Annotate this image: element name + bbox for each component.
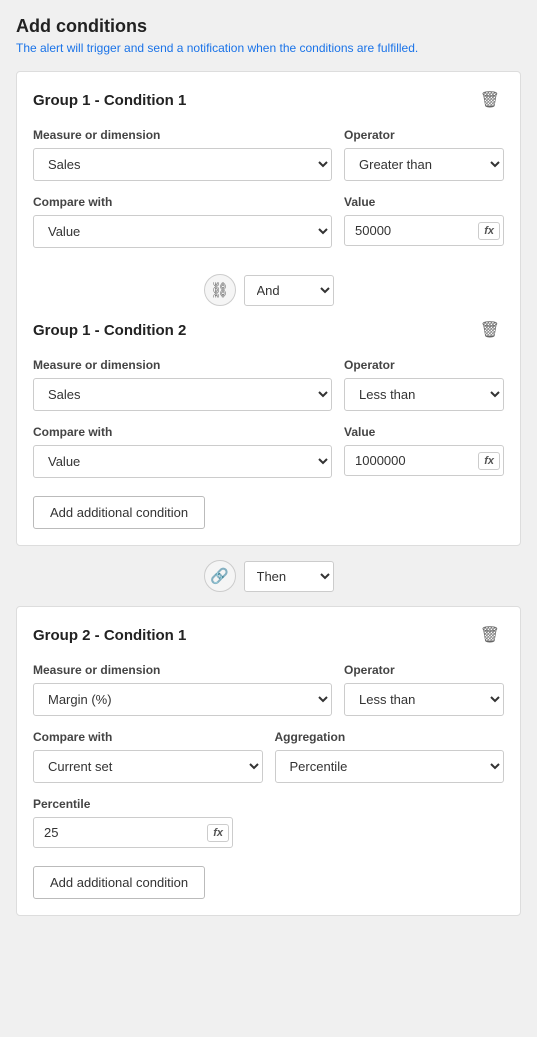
group2-condition1-percentile-input[interactable] bbox=[33, 817, 233, 848]
group1-card: Group 1 - Condition 1 🗑 Measure or dimen… bbox=[16, 71, 521, 546]
group2-condition1-measure-select[interactable]: Sales Margin (%) Revenue bbox=[33, 683, 332, 716]
between-groups-connector-row: 🔗 Then And Or bbox=[16, 546, 521, 606]
compare-label-3: Compare with bbox=[33, 730, 263, 744]
group1-condition1-header: Group 1 - Condition 1 🗑 bbox=[33, 88, 504, 112]
group2-card: Group 2 - Condition 1 🗑 Measure or dimen… bbox=[16, 606, 521, 916]
between-groups-connector-select[interactable]: Then And Or bbox=[244, 561, 334, 592]
group1-condition1-title: Group 1 - Condition 1 bbox=[33, 92, 186, 109]
percentile-label: Percentile bbox=[33, 797, 504, 811]
group2-condition1-operator-select[interactable]: Greater than Less than Equal to bbox=[344, 683, 504, 716]
group1-conditions-link-button[interactable]: ⛓ bbox=[204, 274, 236, 306]
group1-condition1-fx-button[interactable]: fx bbox=[478, 222, 500, 240]
group2-condition1-title: Group 2 - Condition 1 bbox=[33, 627, 186, 644]
group1-condition2-measure-col: Measure or dimension Sales Margin (%) Re… bbox=[33, 358, 332, 411]
group1-condition2-measure-select[interactable]: Sales Margin (%) Revenue bbox=[33, 378, 332, 411]
operator-label-1: Operator bbox=[344, 128, 504, 142]
group2-condition1-aggregation-select[interactable]: Percentile Average Sum Min Max bbox=[275, 750, 505, 783]
group2-condition1-header: Group 2 - Condition 1 🗑 bbox=[33, 623, 504, 647]
group1-condition2-operator-col: Operator Greater than Less than Equal to bbox=[344, 358, 504, 411]
measure-label-1: Measure or dimension bbox=[33, 128, 332, 142]
group1-condition2-fx-button[interactable]: fx bbox=[478, 452, 500, 470]
group1-condition1-compare-col: Compare with Value Current set Previous … bbox=[33, 195, 332, 248]
link-icon: ⛓ bbox=[210, 281, 229, 299]
group2-condition1-percentile-row: Percentile fx bbox=[33, 797, 504, 848]
group1-condition2-value-col: Value fx bbox=[344, 425, 504, 478]
group1-condition1-operator-col: Operator Greater than Less than Equal to bbox=[344, 128, 504, 181]
group2-condition1-delete-button[interactable]: 🗑 bbox=[476, 623, 504, 647]
group1-conditions-connector-row: ⛓ And Or bbox=[33, 262, 504, 318]
measure-label-3: Measure or dimension bbox=[33, 663, 332, 677]
compare-label-2: Compare with bbox=[33, 425, 332, 439]
page-subtitle: The alert will trigger and send a notifi… bbox=[16, 41, 521, 55]
group1-condition2-compare-col: Compare with Value Current set bbox=[33, 425, 332, 478]
group1-condition1-value-row: Compare with Value Current set Previous … bbox=[33, 195, 504, 248]
broken-link-icon: 🔗 bbox=[210, 567, 229, 585]
group2-condition1-measure-col: Measure or dimension Sales Margin (%) Re… bbox=[33, 663, 332, 716]
operator-label-2: Operator bbox=[344, 358, 504, 372]
value-label-1: Value bbox=[344, 195, 504, 209]
group1-condition1-measure-col: Measure or dimension Sales Margin (%) Re… bbox=[33, 128, 332, 181]
group1-condition2-measure-row: Measure or dimension Sales Margin (%) Re… bbox=[33, 358, 504, 411]
between-groups-link-button[interactable]: 🔗 bbox=[204, 560, 236, 592]
group1-condition2-value-row: Compare with Value Current set Value fx bbox=[33, 425, 504, 478]
group1-condition2-value-wrapper: fx bbox=[344, 445, 504, 476]
group1-condition1-value-col: Value fx bbox=[344, 195, 504, 248]
group1-add-condition-button[interactable]: Add additional condition bbox=[33, 496, 205, 529]
group1-condition1-measure-select[interactable]: Sales Margin (%) Revenue Cost bbox=[33, 148, 332, 181]
group2-add-condition-button[interactable]: Add additional condition bbox=[33, 866, 205, 899]
group2-condition1-fx-button[interactable]: fx bbox=[207, 824, 229, 842]
group1-condition2-operator-select[interactable]: Greater than Less than Equal to bbox=[344, 378, 504, 411]
group2-condition1-compare-col: Compare with Value Current set Previous … bbox=[33, 730, 263, 783]
group1-condition1-compare-select[interactable]: Value Current set Previous period bbox=[33, 215, 332, 248]
group1-conditions-connector-select[interactable]: And Or bbox=[244, 275, 334, 306]
group1-condition2-title: Group 1 - Condition 2 bbox=[33, 322, 186, 339]
group2-condition1-compare-select[interactable]: Value Current set Previous period bbox=[33, 750, 263, 783]
group1-condition2-delete-button[interactable]: 🗑 bbox=[476, 318, 504, 342]
operator-label-3: Operator bbox=[344, 663, 504, 677]
compare-label-1: Compare with bbox=[33, 195, 332, 209]
group2-condition1-operator-col: Operator Greater than Less than Equal to bbox=[344, 663, 504, 716]
aggregation-label: Aggregation bbox=[275, 730, 505, 744]
group2-condition1-aggregation-col: Aggregation Percentile Average Sum Min M… bbox=[275, 730, 505, 783]
group1-condition1-measure-row: Measure or dimension Sales Margin (%) Re… bbox=[33, 128, 504, 181]
group2-condition1-percentile-wrapper: fx bbox=[33, 817, 233, 848]
group1-condition1-delete-button[interactable]: 🗑 bbox=[476, 88, 504, 112]
group2-condition1-compare-agg-row: Compare with Value Current set Previous … bbox=[33, 730, 504, 783]
group2-condition1-measure-row: Measure or dimension Sales Margin (%) Re… bbox=[33, 663, 504, 716]
group1-condition2-compare-select[interactable]: Value Current set bbox=[33, 445, 332, 478]
group1-condition1-operator-select[interactable]: Greater than Less than Equal to bbox=[344, 148, 504, 181]
measure-label-2: Measure or dimension bbox=[33, 358, 332, 372]
group1-condition1-value-wrapper: fx bbox=[344, 215, 504, 246]
value-label-2: Value bbox=[344, 425, 504, 439]
page-title: Add conditions bbox=[16, 16, 521, 37]
group1-condition2-header: Group 1 - Condition 2 🗑 bbox=[33, 318, 504, 342]
